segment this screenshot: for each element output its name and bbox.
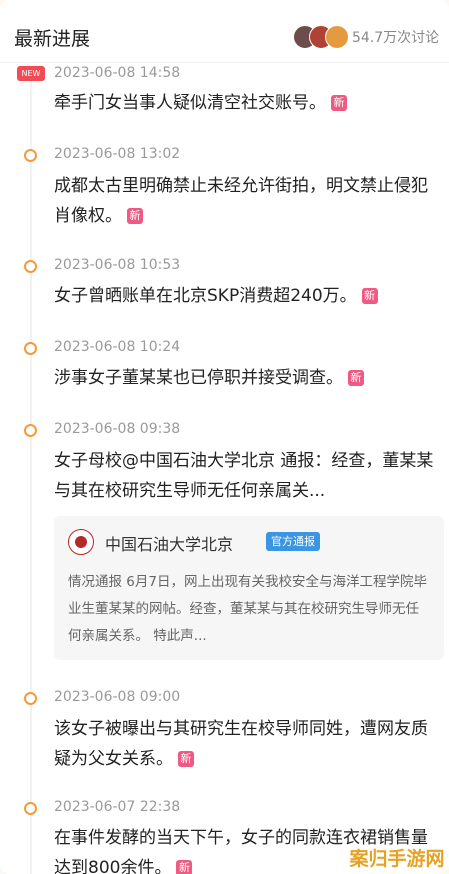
new-mark-badge: 新 — [178, 751, 194, 767]
new-mark-badge: 新 — [348, 370, 364, 386]
new-mark-badge: 新 — [331, 95, 347, 111]
new-mark-badge: 新 — [127, 208, 143, 224]
timeline-time: 2023-06-08 14:58 — [54, 65, 181, 81]
timeline-time: 2023-06-08 10:53 — [54, 257, 181, 273]
site-watermark: 案归手游网 — [349, 848, 445, 870]
statement-body: 情况通报 6月7日，网上出现有关我校安全与海洋工程学院毕业生董某某的网帖。经查，… — [68, 574, 427, 644]
timeline-time: 2023-06-08 13:02 — [54, 146, 181, 162]
new-mark-badge: 新 — [361, 288, 378, 304]
timeline-text: 牵手门女当事人疑似清空社交账号。 — [54, 93, 326, 113]
timeline-item[interactable]: 女子母校@中国石油大学北京 通报：经查，董某某与其在校研究生导师无任何亲属关..… — [54, 446, 439, 506]
header: 最新进展 54.7万次讨论 — [0, 0, 449, 63]
timeline-line — [30, 76, 32, 874]
timeline-item[interactable]: 该女子被曝出与其研究生在校导师同姓，遭网友质疑为父女关系。新 — [54, 714, 439, 774]
discussion-count[interactable]: 54.7万次讨论 — [352, 27, 439, 47]
timeline-text: 成都太古里明确禁止未经允许街拍，明文禁止侵犯肖像权。 — [54, 176, 428, 226]
timeline-dot-icon — [24, 260, 37, 273]
timeline-time: 2023-06-08 10:24 — [54, 339, 181, 355]
timeline-time: 2023-06-07 22:38 — [54, 799, 181, 815]
timeline-item[interactable]: 涉事女子董某某也已停职并接受调查。新 — [54, 363, 439, 393]
official-tag: 官方通报 — [266, 532, 320, 551]
timeline-dot-icon — [24, 802, 37, 815]
timeline-dot-icon — [24, 342, 37, 355]
avatar — [325, 25, 349, 49]
timeline-text: 该女子被曝出与其研究生在校导师同姓，遭网友质疑为父女关系。 — [54, 719, 428, 769]
timeline-dot-icon — [24, 149, 37, 162]
statement-source-name[interactable]: 中国石油大学北京 — [105, 531, 233, 555]
timeline-item[interactable]: 女子曾晒账单在北京SKP消费超240万。新 — [54, 281, 439, 311]
timeline-time: 2023-06-08 09:00 — [54, 689, 181, 705]
section-title: 最新进展 — [14, 28, 91, 50]
timeline-item[interactable]: 成都太古里明确禁止未经允许街拍，明文禁止侵犯肖像权。新 — [54, 171, 439, 231]
timeline-text: 女子母校@中国石油大学北京 通报：经查，董某某与其在校研究生导师无任何亲属关..… — [54, 451, 434, 501]
timeline-dot-icon — [24, 424, 37, 437]
new-badge: NEW — [17, 66, 45, 81]
university-logo-icon — [68, 529, 94, 555]
official-statement-card[interactable]: 中国石油大学北京 官方通报 情况通报 6月7日，网上出现有关我校安全与海洋工程学… — [54, 516, 444, 660]
timeline-time: 2023-06-08 09:38 — [54, 421, 181, 437]
progress-card: 最新进展 54.7万次讨论 NEW 2023-06-08 14:58 牵手门女当… — [0, 0, 449, 874]
participant-avatars[interactable] — [293, 25, 349, 49]
timeline-item[interactable]: 牵手门女当事人疑似清空社交账号。新 — [54, 88, 439, 118]
timeline-text: 涉事女子董某某也已停职并接受调查。 — [54, 368, 343, 388]
new-mark-badge: 新 — [176, 860, 193, 874]
timeline-text: 女子曾晒账单在北京SKP消费超240万。 — [54, 286, 357, 306]
timeline-dot-icon — [24, 692, 37, 705]
